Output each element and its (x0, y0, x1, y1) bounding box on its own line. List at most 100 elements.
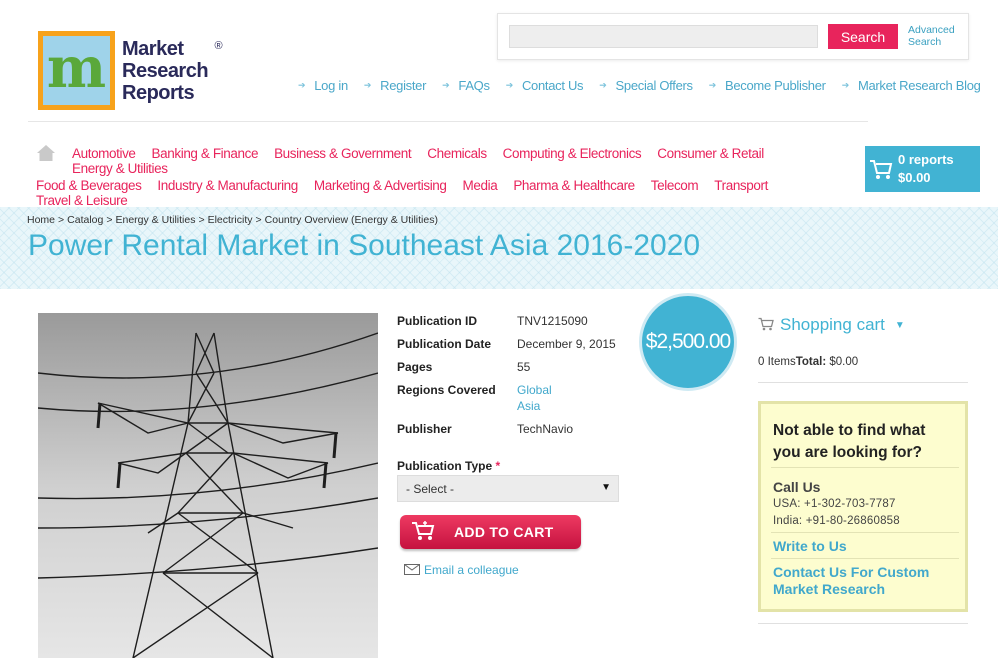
breadcrumb: Home > Catalog > Energy & Utilities > Electric… (27, 214, 438, 226)
advanced-search-line-2: Search (908, 36, 942, 48)
nav-register[interactable]: ➔ Register (364, 78, 427, 93)
breadcrumb-country-overview[interactable]: Country Overview (Energy & Utilities) (265, 214, 438, 226)
logo-line-1: Market (122, 37, 184, 60)
category-business-government[interactable]: Business & Government (274, 146, 412, 161)
publication-type-select[interactable]: - Select - ▼ (397, 475, 619, 502)
nav-login[interactable]: ➔ Log in (298, 78, 348, 93)
chevron-down-icon[interactable]: ▼ (895, 320, 905, 331)
power-pylon-image (38, 313, 378, 658)
help-divider (771, 467, 959, 468)
nav-blog-label: Market Research Blog (857, 78, 981, 93)
category-nav-row-2: Food & Beverages Industry & Manufacturing… (36, 178, 856, 208)
arrow-right-icon: ➔ (298, 80, 306, 90)
arrow-right-icon: ➔ (841, 80, 850, 90)
regions-label: Regions Covered (397, 383, 496, 397)
phone-usa: USA: +1-302-703-7787 (773, 498, 896, 510)
shopping-cart-heading[interactable]: Shopping cart ▼ (758, 315, 905, 335)
advanced-search-link[interactable]: Advanced Search (908, 24, 964, 48)
publication-type-label: Publication Type * (397, 459, 500, 473)
page: m Market Research Reports ® Search Advan… (0, 0, 998, 658)
pages-value: 55 (517, 360, 531, 374)
top-nav: ➔ Log in ➔ Register ➔ FAQs ➔ Contact Us ➔ Spe… (298, 78, 997, 93)
category-energy-utilities[interactable]: Energy & Utilities (72, 161, 168, 176)
help-question: Not able to find what you are looking fo… (773, 422, 926, 461)
dropdown-caret-icon: ▼ (601, 482, 611, 493)
publication-type-selected: - Select - (406, 482, 455, 496)
arrow-right-icon: ➔ (442, 80, 450, 90)
search-input[interactable] (509, 25, 818, 48)
breadcrumb-energy-utilities[interactable]: Energy & Utilities (116, 214, 196, 226)
envelope-icon (404, 564, 420, 575)
help-divider (771, 558, 959, 559)
logo-mark: m (38, 31, 115, 110)
cart-total: $0.00 (898, 170, 931, 185)
help-divider (771, 532, 959, 533)
email-colleague-label: Email a colleague (424, 563, 519, 577)
region-global-link[interactable]: Global (517, 383, 552, 397)
category-media[interactable]: Media (463, 178, 498, 193)
nav-special-offers-label: Special Offers (615, 78, 694, 93)
breadcrumb-catalog[interactable]: Catalog (67, 214, 103, 226)
write-to-us-link[interactable]: Write to Us (773, 538, 847, 555)
header-divider (28, 121, 868, 122)
category-automotive[interactable]: Automotive (72, 146, 136, 161)
publisher-label: Publisher (397, 422, 452, 436)
add-to-cart-button[interactable]: ADD TO CART (400, 515, 581, 549)
price-badge: $2,500.00 (639, 293, 737, 391)
category-chemicals[interactable]: Chemicals (427, 146, 487, 161)
search-button[interactable]: Search (828, 24, 898, 49)
call-us-heading: Call Us (773, 479, 821, 495)
cart-count: 0 reports (898, 152, 954, 167)
phone-india: India: +91-80-26860858 (773, 515, 900, 527)
arrow-right-icon: ➔ (505, 80, 514, 90)
publication-date-label: Publication Date (397, 337, 492, 351)
publication-id-value: TNV1215090 (517, 314, 588, 328)
logo-letter: m (46, 34, 107, 101)
category-pharma-healthcare[interactable]: Pharma & Healthcare (513, 178, 635, 193)
nav-contact-us[interactable]: ➔ Contact Us (506, 78, 584, 93)
category-banking-finance[interactable]: Banking & Finance (152, 146, 259, 161)
nav-become-publisher-label: Become Publisher (724, 78, 826, 93)
category-industry-manufacturing[interactable]: Industry & Manufacturing (157, 178, 298, 193)
email-colleague-link[interactable]: Email a colleague (404, 563, 519, 577)
breadcrumb-electricity[interactable]: Electricity (208, 214, 253, 226)
nav-login-label: Log in (314, 78, 348, 93)
category-travel-leisure[interactable]: Travel & Leisure (36, 193, 128, 208)
category-food-beverages[interactable]: Food & Beverages (36, 178, 142, 193)
advanced-search-line-1: Advanced (908, 24, 955, 36)
publication-date-value: December 9, 2015 (517, 337, 616, 351)
logo-line-2: Research (122, 59, 209, 82)
category-consumer-retail[interactable]: Consumer & Retail (657, 146, 764, 161)
logo-line-3: Reports (122, 81, 195, 104)
cart-icon (870, 160, 893, 179)
region-asia-link[interactable]: Asia (517, 399, 540, 413)
shopping-cart-title: Shopping cart (780, 315, 885, 334)
breadcrumb-home[interactable]: Home (27, 214, 55, 226)
logo-text: Market Research Reports ® (122, 37, 223, 104)
registered-mark: ® (214, 39, 223, 52)
publisher-value: TechNavio (517, 422, 574, 436)
cart-items-count: 0 Items (758, 356, 796, 368)
category-transport[interactable]: Transport (714, 178, 768, 193)
nav-special-offers[interactable]: ➔ Special Offers (599, 78, 694, 93)
header-cart[interactable]: 0 reports $0.00 (865, 146, 980, 192)
nav-contact-us-label: Contact Us (521, 78, 584, 93)
category-telecom[interactable]: Telecom (651, 178, 699, 193)
sidebar-bottom-divider (758, 623, 968, 624)
category-nav-row-1: Automotive Banking & Finance Business & Go… (36, 146, 856, 176)
required-marker: * (495, 459, 501, 473)
nav-become-publisher[interactable]: ➔ Become Publisher (709, 78, 826, 93)
site-logo[interactable]: m Market Research Reports ® (38, 31, 223, 110)
publication-type-text: Publication Type (397, 459, 493, 473)
cart-total-value: $0.00 (829, 356, 859, 368)
category-computing-electronics[interactable]: Computing & Electronics (503, 146, 642, 161)
nav-market-research-blog[interactable]: ➔ Market Research Blog (842, 78, 981, 93)
sidebar-divider (758, 382, 968, 383)
shopping-cart-summary: 0 ItemsTotal: $0.00 (758, 356, 858, 368)
nav-faqs[interactable]: ➔ FAQs (442, 78, 490, 93)
pages-label: Pages (397, 360, 433, 374)
contact-custom-research-link[interactable]: Contact Us For Custom Market Research (773, 564, 963, 598)
cart-icon (412, 521, 435, 540)
category-marketing-advertising[interactable]: Marketing & Advertising (314, 178, 447, 193)
page-title: Power Rental Market in Southeast Asia 20… (28, 229, 701, 262)
